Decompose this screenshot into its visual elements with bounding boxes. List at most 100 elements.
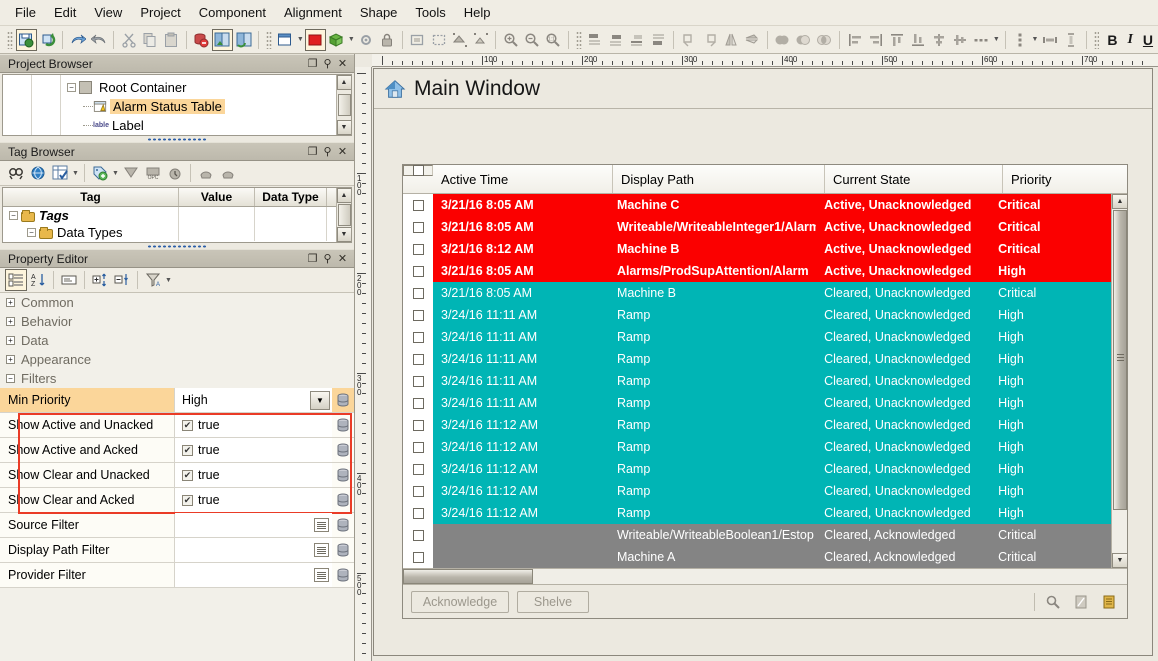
row-checkbox[interactable] [413,354,424,365]
expander-icon[interactable]: − [27,228,36,237]
scroll-down-icon[interactable]: ▼ [1112,553,1127,568]
column-header-datatype[interactable]: Data Type [255,188,327,206]
settings-icon[interactable] [356,29,377,51]
expander-icon[interactable]: − [6,374,15,383]
toolbar-grip[interactable] [576,31,582,49]
flip-vertical-icon[interactable] [742,29,763,51]
project-browser-tree[interactable]: − Root Container Alarm Status Table [2,74,352,136]
table-row[interactable]: 3/24/16 11:12 AMRampCleared, Unacknowled… [403,414,1127,436]
menu-item-file[interactable]: File [6,2,45,23]
order-back-icon[interactable] [627,29,648,51]
row-checkbox[interactable] [413,288,424,299]
float-icon[interactable]: ❐ [305,144,320,159]
distribute-icon[interactable] [971,29,992,51]
tag-provider-icon[interactable] [27,162,49,184]
filter-dropdown[interactable]: ▼ [164,269,173,291]
toolbar-grip[interactable] [1094,31,1100,49]
row-checkbox-cell[interactable] [403,458,433,480]
export-tag-icon[interactable] [195,162,217,184]
row-checkbox-cell[interactable] [403,304,433,326]
binding-button[interactable] [332,538,354,562]
description-icon[interactable] [58,269,80,291]
expander-icon[interactable]: − [9,211,18,220]
alarm-status-table[interactable]: Active Time Display Path Current State P… [402,164,1128,619]
rotate-left-icon[interactable] [678,29,699,51]
binding-button[interactable] [332,463,354,487]
select-all-checkbox-cell[interactable] [403,165,433,176]
table-row[interactable]: 3/21/16 8:05 AMMachine CActive, Unacknow… [403,194,1127,216]
row-checkbox[interactable] [413,552,424,563]
menu-item-project[interactable]: Project [131,2,189,23]
toolbar-grip[interactable] [266,31,272,49]
undo-icon[interactable] [67,29,88,51]
row-checkbox-cell[interactable] [403,436,433,458]
align-top-icon[interactable] [886,29,907,51]
window-canvas[interactable]: Main Window Active Time Display Path Cur… [373,68,1153,656]
collapse-all-icon[interactable] [111,269,133,291]
row-checkbox[interactable] [413,266,424,277]
scroll-down-icon[interactable]: ▼ [337,120,352,135]
table-row[interactable]: −Tags [3,207,351,224]
binding-button[interactable] [332,513,354,537]
table-row[interactable]: 3/21/16 8:05 AMAlarms/ProdSupAttention/A… [403,260,1127,282]
select-area-icon[interactable] [407,29,428,51]
import-tag-icon[interactable] [120,162,142,184]
checkbox-icon[interactable]: ✔ [182,445,193,456]
tree-node-alarm-status-table[interactable]: Alarm Status Table [61,97,351,116]
align-left-icon[interactable] [844,29,865,51]
property-value-cell[interactable] [175,538,332,562]
italic-button[interactable]: I [1122,32,1137,48]
distribute-dropdown[interactable]: ▼ [992,29,1001,51]
row-checkbox[interactable] [413,530,424,541]
stop-icon[interactable] [305,29,326,51]
editor-dialog-icon[interactable] [314,543,329,557]
project-browser-scrollbar[interactable]: ▲ ▼ [336,75,351,135]
property-row-show-clear-unacked[interactable]: Show Clear and Unacked ✔ true [0,463,354,488]
ungroup-icon[interactable] [470,29,491,51]
property-category-filters[interactable]: − Filters [0,369,354,388]
row-checkbox-cell[interactable] [403,546,433,568]
row-checkbox-cell[interactable] [403,282,433,304]
publish-icon[interactable] [326,29,347,51]
row-checkbox-cell[interactable] [403,414,433,436]
property-value-cell[interactable]: High ▼ [175,388,332,412]
pin-icon[interactable]: ⚲ [320,56,335,71]
align-bottom-icon[interactable] [907,29,928,51]
column-header-active-time[interactable]: Active Time [433,165,613,193]
tag-browser-icon[interactable] [212,29,233,51]
menu-item-alignment[interactable]: Alignment [275,2,351,23]
property-category-data[interactable]: + Data [0,331,354,350]
table-row[interactable]: 3/21/16 8:12 AMMachine BActive, Unacknow… [403,238,1127,260]
tag-editor-icon[interactable] [49,162,71,184]
row-checkbox-cell[interactable] [403,392,433,414]
property-value-cell[interactable] [175,513,332,537]
row-checkbox[interactable] [413,420,424,431]
property-value-cell[interactable]: ✔ true [175,488,332,512]
tree-node-root-container[interactable]: − Root Container [61,78,351,97]
scroll-down-icon[interactable]: ▼ [337,227,352,242]
categorized-view-icon[interactable] [5,269,27,291]
pin-icon[interactable]: ⚲ [320,251,335,266]
tag-refresh-icon[interactable] [233,29,254,51]
tree-node-label[interactable]: lable Label [61,116,351,135]
menu-item-shape[interactable]: Shape [351,2,407,23]
property-row-min-priority[interactable]: Min Priority High ▼ [0,388,354,413]
paste-icon[interactable] [161,29,182,51]
shape-intersect-icon[interactable] [814,29,835,51]
property-row-source-filter[interactable]: Source Filter [0,513,354,538]
column-header-display-path[interactable]: Display Path [613,165,825,193]
checkbox-icon[interactable]: ✔ [182,495,193,506]
select-all-checkbox[interactable] [413,165,424,176]
row-checkbox[interactable] [413,244,424,255]
close-icon[interactable]: ✕ [335,144,350,159]
row-checkbox-cell[interactable] [403,194,433,216]
chevron-down-icon[interactable]: ▼ [310,391,330,410]
alphabetical-sort-icon[interactable]: AZ [27,269,49,291]
expander-icon[interactable]: + [6,298,15,307]
table-row[interactable]: −Data Types [3,224,351,241]
deselect-icon[interactable] [428,29,449,51]
column-header-priority[interactable]: Priority [1003,165,1127,193]
scroll-thumb[interactable] [1113,210,1127,510]
filter-icon[interactable]: A [142,269,164,291]
scroll-thumb[interactable] [338,94,351,116]
